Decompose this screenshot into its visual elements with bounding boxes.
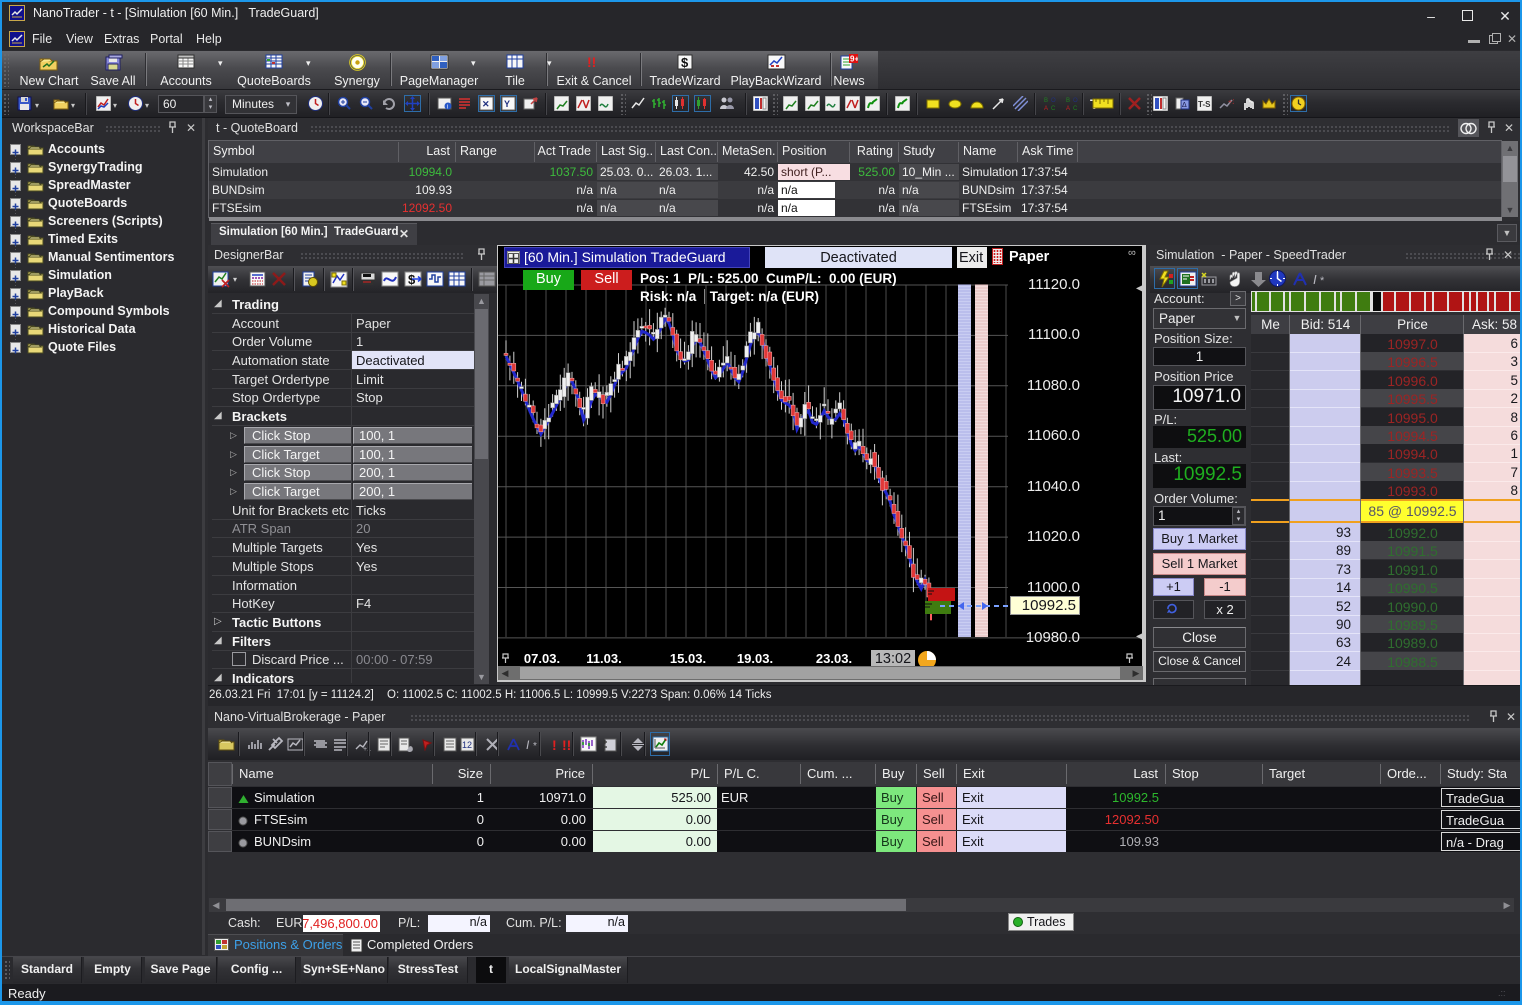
svg-text:i: i	[447, 105, 448, 111]
svg-text:!!: !!	[562, 737, 571, 752]
svg-text:O: O	[1073, 98, 1078, 104]
svg-text:I: I	[526, 738, 530, 751]
svg-text:B: B	[1066, 98, 1070, 104]
svg-text:$: $	[681, 55, 689, 70]
svg-text:!!: !!	[587, 54, 596, 70]
svg-text:+1: +1	[1228, 99, 1234, 106]
svg-text:Δ: Δ	[1182, 102, 1187, 109]
svg-text:A: A	[1066, 106, 1070, 111]
svg-text:A: A	[1044, 106, 1048, 111]
svg-text:*: *	[1320, 275, 1325, 286]
svg-text:C: C	[1051, 106, 1056, 111]
svg-text:T-S: T-S	[1198, 100, 1211, 109]
svg-text:12: 12	[462, 740, 472, 750]
svg-text:Y: Y	[504, 99, 510, 109]
svg-text:9+: 9+	[850, 55, 858, 64]
svg-text:I: I	[1313, 272, 1317, 286]
svg-text:C: C	[1073, 106, 1078, 111]
svg-text:✕: ✕	[482, 99, 490, 109]
svg-text:*: *	[533, 741, 537, 751]
svg-text:!: !	[552, 737, 557, 752]
svg-text:B: B	[1044, 98, 1048, 104]
svg-text:O: O	[1051, 98, 1056, 104]
